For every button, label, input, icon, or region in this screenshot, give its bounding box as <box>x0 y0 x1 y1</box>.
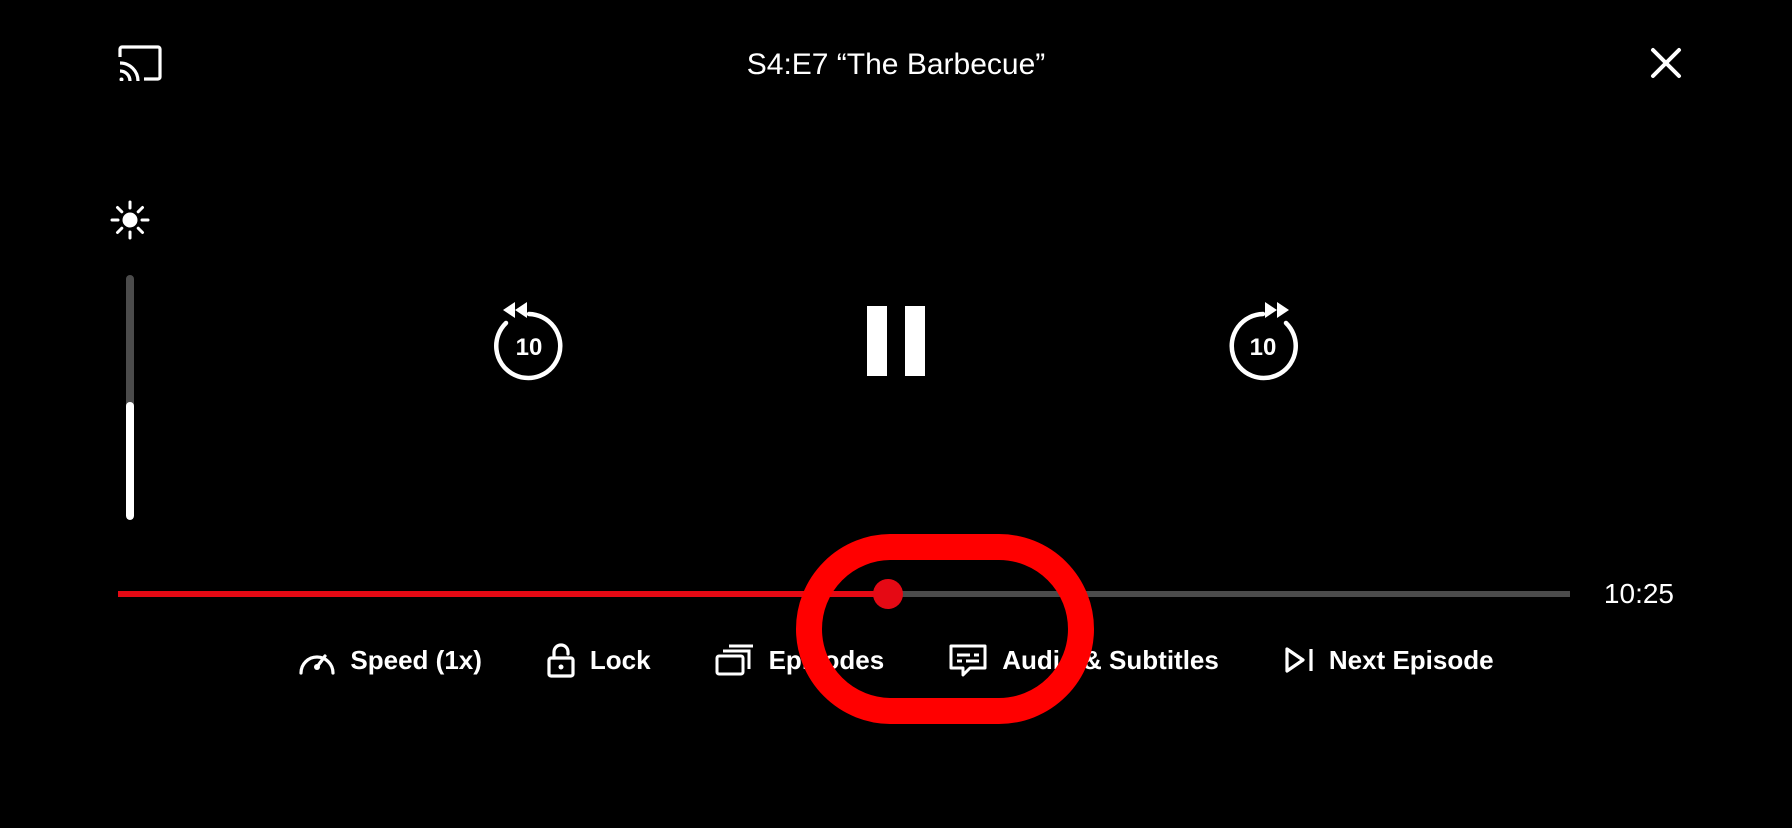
close-button[interactable] <box>1650 47 1682 84</box>
episodes-button[interactable]: Episodes <box>711 636 889 684</box>
pause-icon <box>867 306 925 376</box>
seek-forward-button[interactable]: 10 <box>1225 300 1301 387</box>
episodes-icon <box>715 644 755 676</box>
brightness-slider-fill <box>126 402 134 520</box>
progress-bar-thumb[interactable] <box>873 579 903 609</box>
speedometer-icon <box>298 645 336 675</box>
audio-subtitles-button[interactable]: Audio & Subtitles <box>944 635 1223 685</box>
lock-label: Lock <box>590 645 651 676</box>
tutorial-highlight-ring <box>796 534 1094 724</box>
pause-button[interactable] <box>867 306 925 381</box>
lock-button[interactable]: Lock <box>542 634 655 686</box>
audio-subtitles-label: Audio & Subtitles <box>1002 645 1219 676</box>
subtitles-icon <box>948 643 988 677</box>
speed-button[interactable]: Speed (1x) <box>294 637 486 684</box>
speed-label: Speed (1x) <box>350 645 482 676</box>
brightness-icon <box>110 200 150 245</box>
progress-bar-fill <box>118 591 888 597</box>
time-remaining: 10:25 <box>1594 578 1674 610</box>
progress-row: 10:25 <box>118 578 1674 610</box>
episodes-label: Episodes <box>769 645 885 676</box>
svg-text:10: 10 <box>1250 334 1277 361</box>
svg-text:10: 10 <box>516 334 543 361</box>
player-top-bar: S4:E7 “The Barbecue” <box>0 0 1792 130</box>
seek-back-10-icon: 10 <box>491 300 567 382</box>
seek-back-button[interactable]: 10 <box>491 300 567 387</box>
cast-button[interactable] <box>118 45 162 86</box>
playback-controls: 10 10 <box>0 300 1792 387</box>
cast-icon <box>118 45 162 81</box>
seek-forward-10-icon: 10 <box>1225 300 1301 382</box>
next-episode-label: Next Episode <box>1329 645 1494 676</box>
lock-open-icon <box>546 642 576 678</box>
progress-bar[interactable] <box>118 591 1570 597</box>
close-icon <box>1650 47 1682 79</box>
next-episode-button[interactable]: Next Episode <box>1279 637 1498 684</box>
bottom-controls: Speed (1x) Lock Episodes Audio & Subtitl… <box>0 634 1792 686</box>
next-episode-icon <box>1283 645 1315 675</box>
episode-title: S4:E7 “The Barbecue” <box>0 48 1792 82</box>
